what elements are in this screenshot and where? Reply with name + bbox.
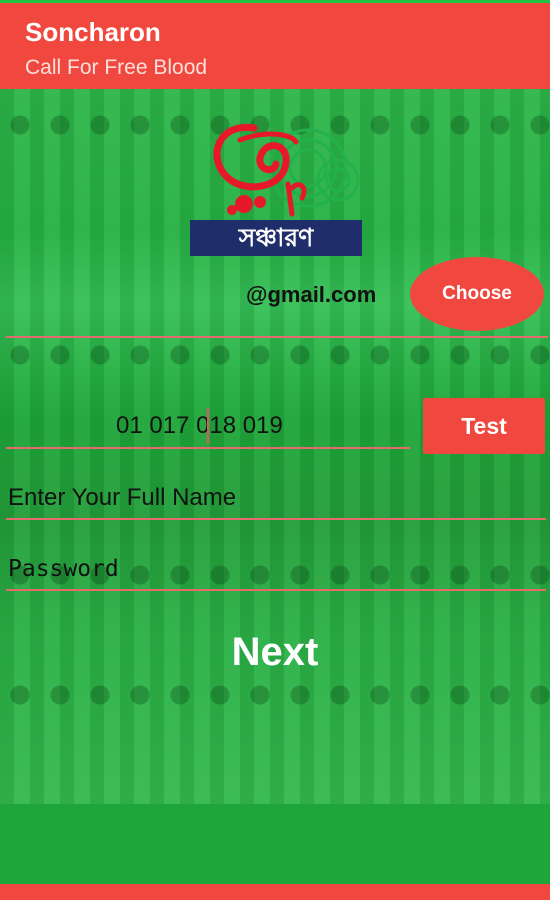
full-name-input[interactable]: Enter Your Full Name xyxy=(8,484,236,512)
logo-banner-text: সঞ্চারণ xyxy=(190,220,362,256)
bottom-area xyxy=(0,804,550,884)
crowd-row xyxy=(0,679,550,739)
choose-button[interactable]: Choose xyxy=(410,257,544,331)
phone-underline xyxy=(6,447,410,449)
soncharon-logo: সঞ্চারণ xyxy=(188,118,364,258)
email-underline xyxy=(6,336,548,338)
next-button[interactable]: Next xyxy=(200,622,350,682)
test-button[interactable]: Test xyxy=(423,398,545,454)
password-input[interactable]: Password xyxy=(8,556,119,582)
crowd-row xyxy=(0,339,550,399)
full-name-underline xyxy=(6,518,546,520)
app-title: Soncharon xyxy=(25,17,161,47)
app-subtitle: Call For Free Blood xyxy=(25,56,208,79)
app-bar: Soncharon Call For Free Blood xyxy=(0,3,550,89)
bottom-strip xyxy=(0,884,550,900)
phone-input[interactable]: 01 017 018 019 xyxy=(116,412,283,440)
email-suffix: @gmail.com xyxy=(246,282,377,307)
text-cursor xyxy=(207,408,209,444)
password-underline xyxy=(6,589,546,591)
logo-mark-icon xyxy=(213,123,360,217)
